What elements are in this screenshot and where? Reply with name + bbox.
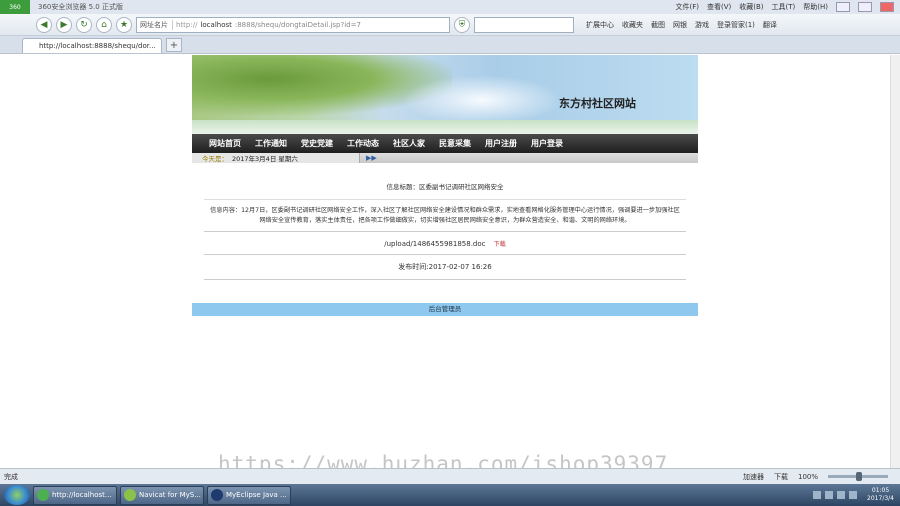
browser-menu: 文件(F) 查看(V) 收藏(B) 工具(T) 帮助(H) bbox=[675, 2, 900, 12]
tray-icon[interactable] bbox=[825, 491, 834, 499]
publish-time: 发布时间:2017-02-07 16:26 bbox=[204, 254, 686, 280]
nav-opinion[interactable]: 民意采集 bbox=[432, 138, 478, 149]
status-download[interactable]: 下载 bbox=[774, 472, 788, 482]
toolbar-link-bank[interactable]: 网银 bbox=[673, 20, 687, 30]
browser-icon bbox=[37, 489, 49, 501]
home-button[interactable]: ⌂ bbox=[96, 16, 112, 33]
current-date: 2017年3月4日 星期六 bbox=[232, 155, 298, 163]
menu-help[interactable]: 帮助(H) bbox=[803, 2, 828, 12]
date-bar: 今天是： 2017年3月4日 星期六 ▶▶ bbox=[192, 153, 698, 163]
status-text: 完成 bbox=[4, 472, 18, 481]
star-icon: ★ bbox=[119, 19, 129, 30]
taskbar-item-label: Navicat for MyS... bbox=[139, 491, 201, 499]
tab-current[interactable]: http://localhost:8888/shequ/dor... bbox=[22, 38, 162, 53]
taskbar-item-browser[interactable]: http://localhost... bbox=[33, 485, 117, 505]
refresh-button[interactable]: ↻ bbox=[76, 16, 92, 33]
site-footer: 后台管理员 bbox=[192, 303, 698, 316]
tray-icon[interactable] bbox=[813, 491, 822, 499]
detail-title: 信息标题：区委副书记调研社区网络安全 bbox=[386, 183, 504, 191]
taskbar-item-myeclipse[interactable]: MyEclipse Java ... bbox=[207, 485, 291, 505]
toolbar-link-screenshot[interactable]: 截图 bbox=[651, 20, 665, 30]
search-input[interactable] bbox=[474, 16, 574, 33]
url-protocol: http:// bbox=[176, 20, 198, 29]
taskbar-item-label: http://localhost... bbox=[52, 491, 112, 499]
system-tray: 01:05 2017/3/4 bbox=[813, 487, 900, 503]
menu-favorites[interactable]: 收藏(B) bbox=[739, 2, 763, 12]
menu-view[interactable]: 查看(V) bbox=[707, 2, 731, 12]
clock-date: 2017/3/4 bbox=[867, 495, 894, 502]
date-box: 今天是： 2017年3月4日 星期六 bbox=[192, 153, 360, 163]
browser-title: 360安全浏览器 5.0 正式版 bbox=[38, 3, 123, 11]
detail-body: 信息内容：12月7日，区委副书记调研社区网络安全工作，深入社区了解社区网络安全建… bbox=[204, 199, 686, 231]
site-card-label[interactable]: 网址名片 bbox=[140, 19, 173, 30]
tray-clock[interactable]: 01:05 2017/3/4 bbox=[867, 487, 894, 503]
double-arrow-icon: ▶▶ bbox=[366, 154, 377, 162]
detail-content: 信息标题：区委副书记调研社区网络安全 信息内容：12月7日，区委副书记调研社区网… bbox=[192, 181, 698, 303]
tab-strip: http://localhost:8888/shequ/dor... + bbox=[0, 36, 900, 54]
admin-link[interactable]: 后台管理员 bbox=[429, 305, 462, 313]
nav-notices[interactable]: 工作通知 bbox=[248, 138, 294, 149]
address-bar[interactable]: 网址名片 http://localhost:8888/shequ/dongtai… bbox=[136, 16, 450, 33]
site-nav: 网站首页 工作通知 党史党建 工作动态 社区人家 民意采集 用户注册 用户登录 bbox=[192, 134, 698, 153]
taskbar-item-label: MyEclipse Java ... bbox=[226, 491, 287, 499]
menu-file[interactable]: 文件(F) bbox=[675, 2, 699, 12]
banner-cloud-image bbox=[402, 75, 562, 125]
download-link[interactable]: 下载 bbox=[494, 241, 506, 248]
browser-logo: 360 bbox=[0, 0, 30, 14]
close-window-button[interactable] bbox=[880, 2, 894, 12]
detail-attachment: /upload/1486455981858.doc 下载 bbox=[204, 231, 686, 254]
refresh-icon: ↻ bbox=[80, 19, 88, 30]
browser-titlebar: 360 360安全浏览器 5.0 正式版 文件(F) 查看(V) 收藏(B) 工… bbox=[0, 0, 900, 14]
back-button[interactable]: ◀ bbox=[36, 16, 52, 33]
tray-icon[interactable] bbox=[837, 491, 846, 499]
attachment-path: /upload/1486455981858.doc bbox=[384, 240, 486, 248]
browser-toolbar: ◀ ▶ ↻ ⌂ ★ 网址名片 http://localhost:8888/she… bbox=[0, 14, 900, 36]
forward-arrow-icon: ▶ bbox=[60, 19, 68, 30]
menu-tools[interactable]: 工具(T) bbox=[772, 2, 796, 12]
favorite-button[interactable]: ★ bbox=[116, 16, 132, 33]
status-bar: 完成 加速器 下载 100% bbox=[0, 468, 900, 484]
maximize-button[interactable] bbox=[858, 2, 872, 12]
vertical-scrollbar[interactable] bbox=[890, 55, 900, 468]
back-arrow-icon: ◀ bbox=[40, 19, 48, 30]
site-name: 东方村社区网站 bbox=[559, 97, 636, 110]
nav-news[interactable]: 工作动态 bbox=[340, 138, 386, 149]
os-taskbar: http://localhost... Navicat for MyS... M… bbox=[0, 484, 900, 506]
minimize-button[interactable] bbox=[836, 2, 850, 12]
toolbar-link-login[interactable]: 登录管家(1) bbox=[717, 20, 755, 30]
nav-login[interactable]: 用户登录 bbox=[524, 138, 570, 149]
nav-party[interactable]: 党史党建 bbox=[294, 138, 340, 149]
shield-icon: ⛨ bbox=[458, 19, 466, 30]
start-button[interactable] bbox=[4, 485, 30, 505]
site-container: 东方村社区网站 网站首页 工作通知 党史党建 工作动态 社区人家 民意采集 用户… bbox=[192, 55, 698, 316]
toolbar-link-translate[interactable]: 翻译 bbox=[763, 20, 777, 30]
nav-community[interactable]: 社区人家 bbox=[386, 138, 432, 149]
status-right: 加速器 下载 100% bbox=[743, 472, 900, 482]
url-path: :8888/shequ/dongtaiDetail.jsp?id=7 bbox=[234, 20, 361, 29]
nav-register[interactable]: 用户注册 bbox=[478, 138, 524, 149]
clock-time: 01:05 bbox=[871, 487, 890, 494]
zoom-level[interactable]: 100% bbox=[798, 473, 818, 481]
home-icon: ⌂ bbox=[101, 19, 107, 30]
status-accelerator[interactable]: 加速器 bbox=[743, 472, 764, 482]
forward-button[interactable]: ▶ bbox=[56, 16, 72, 33]
new-tab-button[interactable]: + bbox=[166, 38, 182, 52]
toolbar-link-games[interactable]: 游戏 bbox=[695, 20, 709, 30]
banner-grass-image bbox=[192, 120, 698, 134]
taskbar-item-navicat[interactable]: Navicat for MyS... bbox=[120, 485, 204, 505]
toolbar-links: 扩展中心 收藏夹 截图 网银 游戏 登录管家(1) 翻译 bbox=[586, 20, 777, 30]
url-host: localhost bbox=[200, 20, 232, 29]
zoom-slider[interactable] bbox=[828, 472, 888, 481]
volume-icon[interactable] bbox=[849, 491, 858, 499]
myeclipse-icon bbox=[211, 489, 223, 501]
shield-button[interactable]: ⛨ bbox=[454, 16, 470, 33]
toolbar-link-favorites[interactable]: 收藏夹 bbox=[622, 20, 643, 30]
nav-home[interactable]: 网站首页 bbox=[202, 138, 248, 149]
toolbar-link-extensions[interactable]: 扩展中心 bbox=[586, 20, 614, 30]
navicat-icon bbox=[124, 489, 136, 501]
page-viewport: 东方村社区网站 网站首页 工作通知 党史党建 工作动态 社区人家 民意采集 用户… bbox=[0, 55, 900, 476]
today-label: 今天是： bbox=[202, 155, 228, 163]
site-banner: 东方村社区网站 bbox=[192, 55, 698, 134]
zoom-slider-knob[interactable] bbox=[856, 472, 862, 481]
